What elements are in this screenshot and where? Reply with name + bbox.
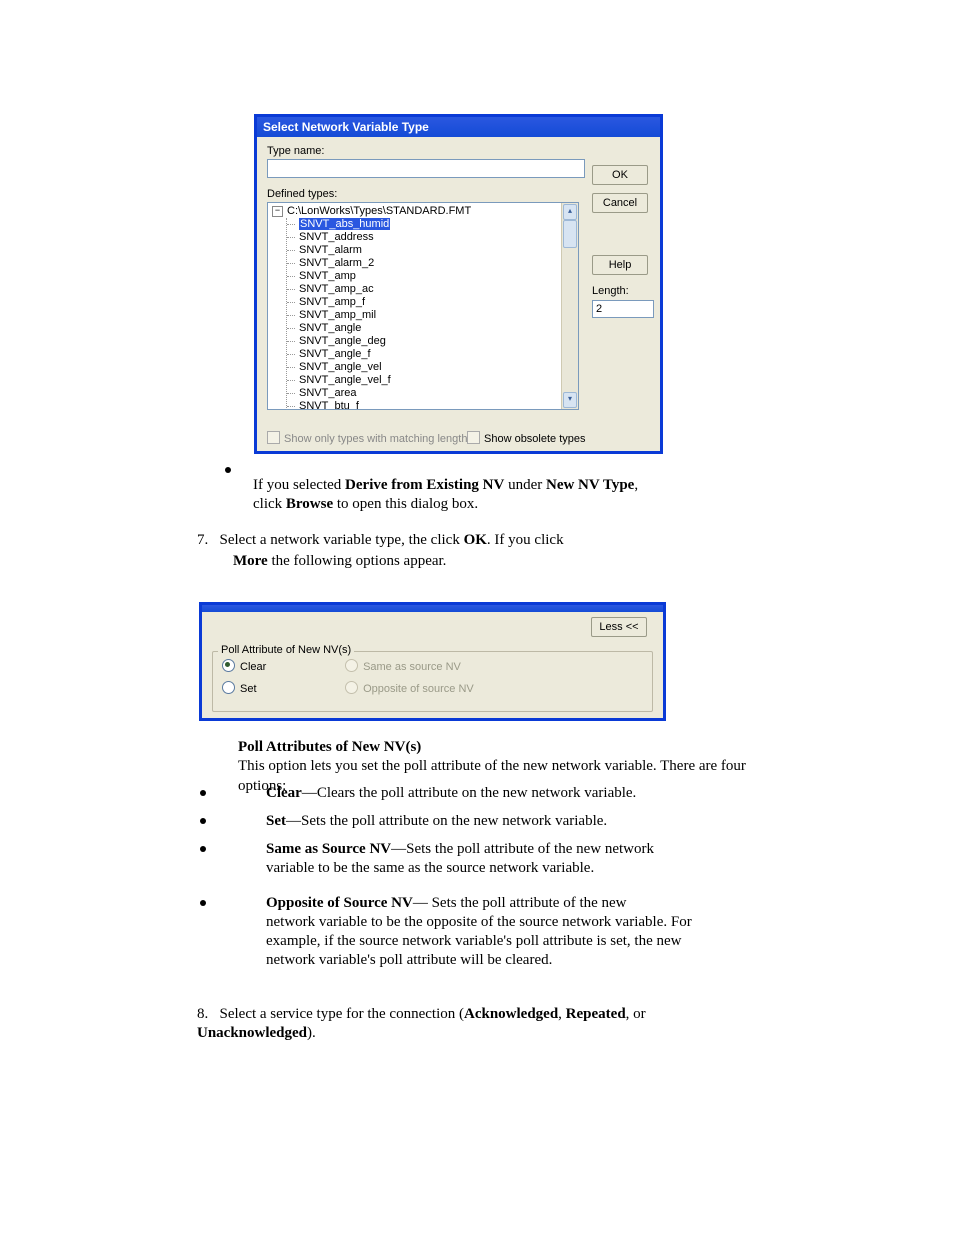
tree-item[interactable]: SNVT_amp	[291, 270, 578, 283]
type-name-input[interactable]	[267, 159, 585, 178]
tree-item[interactable]: SNVT_amp_mil	[291, 309, 578, 322]
scroll-up-icon[interactable]: ▴	[563, 204, 577, 220]
body-text: If you selected Derive from Existing NV …	[253, 475, 773, 495]
tree-item[interactable]: SNVT_btu_f	[291, 400, 578, 410]
scroll-down-icon[interactable]: ▾	[563, 392, 577, 408]
tree-item[interactable]: SNVT_abs_humid	[291, 218, 578, 231]
list-item: Same as Source NV—Sets the poll attribut…	[266, 839, 766, 859]
select-nv-type-dialog: Select Network Variable Type Type name: …	[254, 114, 663, 454]
tree-item[interactable]: SNVT_amp_ac	[291, 283, 578, 296]
tree-item[interactable]: SNVT_angle_deg	[291, 335, 578, 348]
help-button[interactable]: Help	[592, 255, 648, 275]
show-obsolete-label: Show obsolete types	[484, 433, 586, 445]
dialog-title-strip	[202, 605, 663, 612]
bullet-icon	[200, 846, 206, 852]
list-item: network variable to be the opposite of t…	[266, 912, 766, 932]
list-item: network variable's poll attribute will b…	[266, 950, 766, 970]
scroll-thumb[interactable]	[563, 220, 577, 248]
poll-attribute-panel: Less << Poll Attribute of New NV(s) Clea…	[199, 602, 666, 721]
tree-item[interactable]: SNVT_angle_vel	[291, 361, 578, 374]
radio-same: Same as source NV	[345, 659, 461, 673]
ok-button[interactable]: OK	[592, 165, 648, 185]
type-name-label: Type name:	[267, 145, 650, 157]
body-text: click Browse to open this dialog box.	[253, 494, 773, 514]
show-matching-label: Show only types with matching length	[284, 433, 467, 445]
show-obsolete-checkbox[interactable]: Show obsolete types	[467, 431, 586, 445]
radio-clear[interactable]: Clear	[222, 659, 342, 673]
defined-types-tree[interactable]: −C:\LonWorks\Types\STANDARD.FMT SNVT_abs…	[267, 202, 579, 410]
bullet-icon	[200, 818, 206, 824]
tree-root-label[interactable]: C:\LonWorks\Types\STANDARD.FMT	[287, 205, 471, 217]
bullet-icon	[225, 467, 231, 473]
list-item: Clear—Clears the poll attribute on the n…	[266, 783, 766, 803]
list-item: Opposite of Source NV— Sets the poll att…	[266, 893, 766, 913]
tree-item[interactable]: SNVT_alarm_2	[291, 257, 578, 270]
tree-item[interactable]: SNVT_angle	[291, 322, 578, 335]
body-text: 7. Select a network variable type, the c…	[197, 530, 757, 550]
dialog-title: Select Network Variable Type	[257, 117, 660, 137]
length-input[interactable]	[592, 300, 654, 318]
tree-item[interactable]: SNVT_angle_f	[291, 348, 578, 361]
show-matching-checkbox[interactable]: Show only types with matching length	[267, 433, 467, 445]
length-label: Length:	[592, 285, 650, 297]
tree-scrollbar[interactable]: ▴ ▾	[561, 203, 578, 409]
body-text: More the following options appear.	[233, 551, 753, 571]
tree-item[interactable]: SNVT_address	[291, 231, 578, 244]
list-item: example, if the source network variable'…	[266, 931, 766, 951]
radio-opposite: Opposite of source NV	[345, 681, 474, 695]
tree-collapse-icon[interactable]: −	[272, 206, 283, 217]
body-text: Unacknowledged).	[197, 1023, 757, 1043]
bullet-icon	[200, 900, 206, 906]
tree-item[interactable]: SNVT_alarm	[291, 244, 578, 257]
groupbox-legend: Poll Attribute of New NV(s)	[218, 644, 354, 656]
tree-item[interactable]: SNVT_amp_f	[291, 296, 578, 309]
cancel-button[interactable]: Cancel	[592, 193, 648, 213]
radio-set[interactable]: Set	[222, 681, 342, 695]
list-item: variable to be the same as the source ne…	[266, 858, 766, 878]
list-item: Set—Sets the poll attribute on the new n…	[266, 811, 766, 831]
tree-item[interactable]: SNVT_angle_vel_f	[291, 374, 578, 387]
tree-item[interactable]: SNVT_area	[291, 387, 578, 400]
bullet-icon	[200, 790, 206, 796]
section-heading: Poll Attributes of New NV(s)	[238, 737, 421, 757]
body-text: 8. Select a service type for the connect…	[197, 1004, 787, 1024]
less-button[interactable]: Less <<	[591, 617, 647, 637]
